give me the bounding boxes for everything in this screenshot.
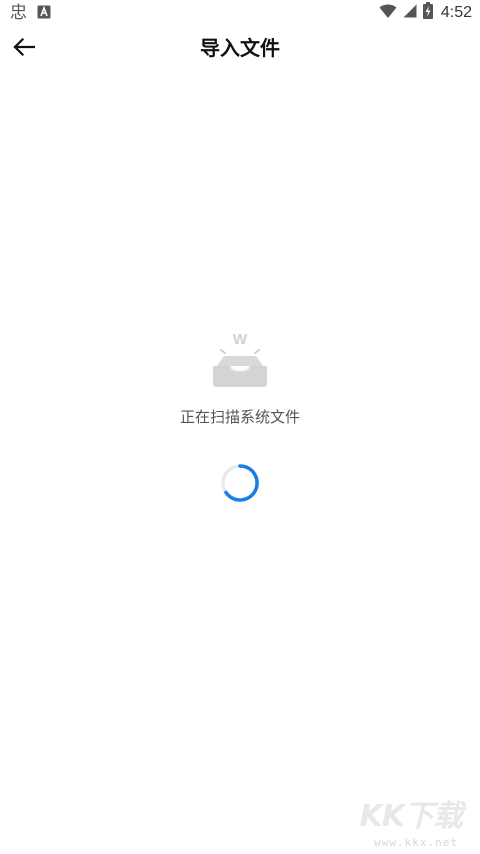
- status-bar-left: 忠: [10, 3, 51, 23]
- wifi-icon: [379, 3, 397, 23]
- page-title: 导入文件: [200, 36, 280, 60]
- scanning-message: 正在扫描系统文件: [179, 408, 300, 426]
- status-bar-right: 4:52: [379, 2, 472, 23]
- cell-signal-icon: [403, 3, 417, 22]
- watermark: KK下载 www.kkx.net: [342, 798, 463, 854]
- notification-a-icon: [37, 4, 51, 23]
- import-files-screen: 忠 4:52 导入文件 W 正在扫描系统文件 KK下载 www.kkx.net: [0, 0, 480, 854]
- svg-text:W: W: [233, 331, 248, 348]
- app-notification-icon: 忠: [10, 3, 27, 23]
- status-bar: 忠 4:52: [0, 0, 480, 26]
- loading-spinner: [220, 463, 260, 503]
- watermark-logo: KK下载: [359, 799, 463, 834]
- status-time: 4:52: [440, 3, 472, 21]
- app-bar: 导入文件: [0, 26, 480, 72]
- watermark-url: www.kkx.net: [374, 836, 458, 849]
- inbox-document-icon: W: [210, 330, 270, 388]
- battery-charging-icon: [422, 2, 433, 23]
